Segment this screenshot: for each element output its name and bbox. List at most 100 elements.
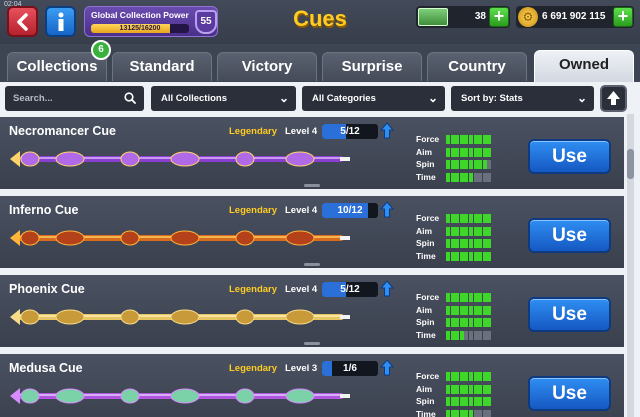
upgrade-progress-text: 5/12 xyxy=(340,126,360,137)
cash-icon xyxy=(418,8,448,26)
upgrade-progress-text: 5/12 xyxy=(340,284,360,295)
stat-bar-spin xyxy=(446,160,492,169)
stat-label-spin: Spin xyxy=(416,396,435,406)
upgrade-progress-bar: 5/12 xyxy=(322,282,378,297)
cue-level: Level 3 xyxy=(285,363,318,374)
stat-label-aim: Aim xyxy=(416,225,433,236)
cue-ornament xyxy=(285,309,315,325)
cue-butt xyxy=(10,151,20,167)
cue-ornament xyxy=(235,388,255,404)
add-coins-button[interactable]: + xyxy=(613,7,633,27)
info-icon xyxy=(58,12,63,31)
stat-label-force: Force xyxy=(416,134,440,144)
coin-icon: ⚙ xyxy=(518,7,538,27)
stat-label-time: Time xyxy=(416,250,436,261)
cue-image xyxy=(10,230,350,246)
search-icon xyxy=(124,92,136,104)
tab-country[interactable]: Country xyxy=(427,52,527,81)
cue-rarity: Legendary xyxy=(229,126,278,137)
stat-bar-spin xyxy=(446,397,492,406)
tab-victory[interactable]: Victory xyxy=(217,52,317,81)
list-scrollbar[interactable] xyxy=(627,114,634,417)
page-title: Cues xyxy=(293,6,347,31)
tab-collections[interactable]: Collections xyxy=(7,52,107,81)
sort-dropdown[interactable]: Sort by: Stats ⌄ xyxy=(451,86,594,111)
cue-image xyxy=(10,309,350,325)
coins-balance: ⚙ 6 691 902 115 + xyxy=(516,6,634,28)
cue-level: Level 4 xyxy=(285,126,318,137)
stat-bar-spin xyxy=(446,318,492,327)
cue-tip xyxy=(340,315,350,319)
cue-row: Medusa Cue Legendary Level 3 1/6 Use For… xyxy=(0,354,624,417)
back-button[interactable] xyxy=(7,6,38,37)
use-cue-button[interactable]: Use xyxy=(528,297,611,332)
cue-ornament xyxy=(20,309,40,325)
upgrade-progress-bar: 1/6 xyxy=(322,361,378,376)
stat-bar-aim xyxy=(446,384,492,394)
collection-filter-dropdown[interactable]: All Collections ⌄ xyxy=(151,86,296,111)
cue-ornament xyxy=(55,230,85,246)
global-collection-power[interactable]: Global Collection Power 13125/16200 55 xyxy=(84,6,218,37)
add-cash-button[interactable]: + xyxy=(489,7,509,27)
upgrade-arrow-icon[interactable] xyxy=(380,122,394,139)
tab-owned[interactable]: Owned xyxy=(534,50,634,82)
sort-value: Sort by: Stats xyxy=(461,93,523,104)
cue-tip xyxy=(340,157,350,161)
cue-butt xyxy=(10,309,20,325)
cue-pager-indicator xyxy=(304,184,320,187)
cue-ornament xyxy=(235,309,255,325)
stat-label-force: Force xyxy=(416,371,440,381)
stat-bar-time xyxy=(446,330,492,340)
stat-bar-time xyxy=(446,409,492,417)
cue-row: Necromancer Cue Legendary Level 4 5/12 U… xyxy=(0,117,624,192)
stat-label-force: Force xyxy=(416,292,440,302)
cue-rarity: Legendary xyxy=(229,363,278,374)
cue-row: Inferno Cue Legendary Level 4 10/12 Use … xyxy=(0,196,624,271)
cue-ornament xyxy=(20,230,40,246)
stat-bar-aim xyxy=(446,305,492,315)
upgrade-arrow-icon[interactable] xyxy=(380,280,394,297)
stat-bar-force xyxy=(446,135,492,144)
cue-butt xyxy=(10,230,20,246)
stat-label-spin: Spin xyxy=(416,317,435,327)
category-filter-dropdown[interactable]: All Categories ⌄ xyxy=(302,86,445,111)
back-arrow-icon xyxy=(16,12,28,31)
cue-image xyxy=(10,388,350,404)
cue-list: Necromancer Cue Legendary Level 4 5/12 U… xyxy=(0,114,640,417)
cue-ornament xyxy=(120,309,140,325)
upgrade-progress-text: 10/12 xyxy=(337,205,363,216)
upgrade-progress-text: 1/6 xyxy=(343,363,357,374)
coins-value: 6 691 902 115 xyxy=(542,11,606,22)
scroll-thumb[interactable] xyxy=(627,149,634,179)
filter-bar: All Collections ⌄ All Categories ⌄ Sort … xyxy=(0,82,640,114)
info-button[interactable] xyxy=(45,6,76,37)
chevron-down-icon: ⌄ xyxy=(576,91,587,105)
collection-level-badge: 55 xyxy=(195,10,217,34)
collection-filter-value: All Collections xyxy=(161,93,227,104)
cue-ornament xyxy=(55,151,85,167)
cue-tip xyxy=(340,236,350,240)
upgrade-arrow-icon[interactable] xyxy=(380,201,394,218)
cue-row: Phoenix Cue Legendary Level 4 5/12 Use F… xyxy=(0,275,624,350)
use-cue-button[interactable]: Use xyxy=(528,139,611,174)
tab-surprise[interactable]: Surprise xyxy=(322,52,422,81)
sort-up-arrow-icon xyxy=(607,91,620,105)
cue-ornament xyxy=(285,388,315,404)
stat-label-force: Force xyxy=(416,213,440,223)
upgrade-progress-bar: 5/12 xyxy=(322,124,378,139)
cash-balance: 38 + xyxy=(416,6,510,28)
cue-name: Phoenix Cue xyxy=(9,282,85,296)
cue-rarity: Legendary xyxy=(229,205,278,216)
cue-ornament xyxy=(20,388,40,404)
stat-label-aim: Aim xyxy=(416,304,433,315)
collection-power-label: Global Collection Power xyxy=(91,10,189,20)
sort-direction-button[interactable] xyxy=(600,85,627,112)
use-cue-button[interactable]: Use xyxy=(528,376,611,411)
cue-ornament xyxy=(55,309,85,325)
cue-image xyxy=(10,151,350,167)
stat-bar-force xyxy=(446,372,492,381)
tab-standard[interactable]: Standard xyxy=(112,52,212,81)
upgrade-arrow-icon[interactable] xyxy=(380,359,394,376)
use-cue-button[interactable]: Use xyxy=(528,218,611,253)
chevron-down-icon: ⌄ xyxy=(278,91,289,105)
